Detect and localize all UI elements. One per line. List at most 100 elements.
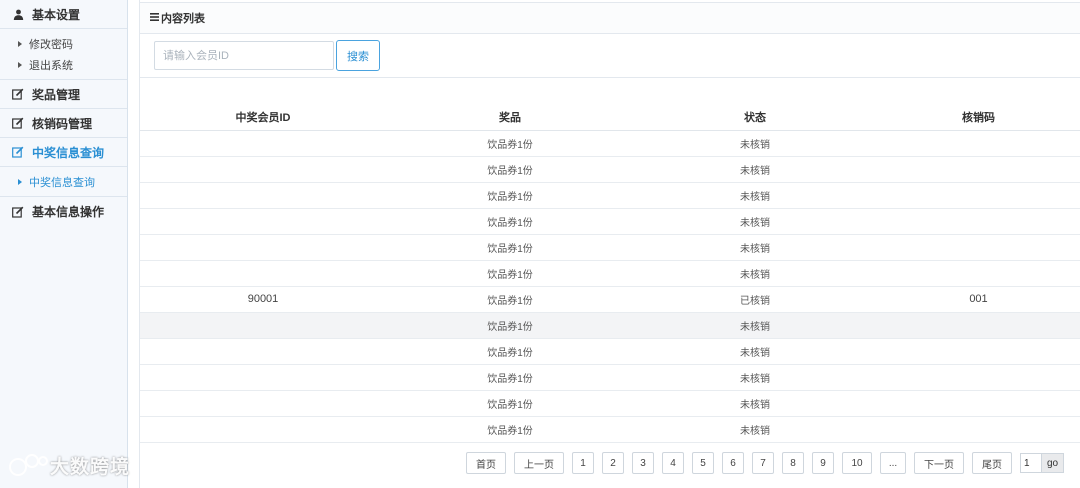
cell-member-id (140, 416, 386, 443)
edit-icon (12, 206, 24, 218)
table-row[interactable]: 饮品券1份 未核销 (140, 208, 1080, 235)
cell-member-id (140, 156, 386, 183)
table-header-row: 中奖会员ID 奖品 状态 核销码 (140, 104, 1080, 131)
edit-icon (12, 117, 24, 129)
cell-code (876, 364, 1080, 391)
cell-code (876, 234, 1080, 261)
cell-status: 未核销 (634, 156, 876, 183)
table-row[interactable]: 饮品券1份 未核销 (140, 156, 1080, 183)
cell-status: 未核销 (634, 234, 876, 261)
table-row[interactable]: 饮品券1份 未核销 (140, 130, 1080, 157)
cell-prize: 饮品券1份 (386, 364, 634, 391)
table-row[interactable]: 饮品券1份 未核销 (140, 416, 1080, 443)
submenu-basic-settings: 修改密码 退出系统 (0, 29, 127, 80)
cell-prize: 饮品券1份 (386, 260, 634, 287)
cell-status: 未核销 (634, 182, 876, 209)
cell-prize: 饮品券1份 (386, 286, 634, 313)
cell-member-id (140, 312, 386, 339)
cell-code (876, 312, 1080, 339)
page-10-button[interactable]: 10 (842, 452, 872, 474)
cell-code (876, 260, 1080, 287)
page-6-button[interactable]: 6 (722, 452, 744, 474)
table-row[interactable]: 90001 饮品券1份 已核销 001 (140, 286, 1080, 313)
ellipsis-button[interactable]: ... (880, 452, 906, 474)
menu-basic-settings[interactable]: 基本设置 (0, 0, 127, 29)
column-header-prize[interactable]: 奖品 (386, 104, 634, 131)
sub-item-label: 中奖信息查询 (29, 176, 95, 189)
cell-status: 未核销 (634, 364, 876, 391)
watermark: 大数跨境 (8, 452, 130, 479)
menu-winner-query-label: 中奖信息查询 (32, 145, 105, 160)
winner-table: 中奖会员ID 奖品 状态 核销码 饮品券1份 未核销 饮品券1份 未核销 饮品券1份… (140, 104, 1080, 443)
cell-code (876, 208, 1080, 235)
page-7-button[interactable]: 7 (752, 452, 774, 474)
caret-right-icon (18, 178, 22, 185)
member-id-search-input[interactable] (154, 41, 334, 70)
menu-basic-settings-label: 基本设置 (32, 7, 81, 22)
cell-prize: 饮品券1份 (386, 234, 634, 261)
watermark-text: 大数跨境 (50, 457, 131, 478)
table-row[interactable]: 饮品券1份 未核销 (140, 260, 1080, 287)
next-page-button[interactable]: 下一页 (914, 452, 964, 474)
table-row[interactable]: 饮品券1份 未核销 (140, 234, 1080, 261)
sub-item-logout[interactable]: 退出系统 (0, 54, 127, 75)
first-page-button[interactable]: 首页 (466, 452, 506, 474)
search-bar: 搜索 (140, 34, 1080, 78)
cell-prize: 饮品券1份 (386, 312, 634, 339)
menu-code-management[interactable]: 核销码管理 (0, 109, 127, 138)
cell-code (876, 156, 1080, 183)
page-9-button[interactable]: 9 (812, 452, 834, 474)
cell-prize: 饮品券1份 (386, 208, 634, 235)
table-row[interactable]: 饮品券1份 未核销 (140, 312, 1080, 339)
page-3-button[interactable]: 3 (632, 452, 654, 474)
cell-status: 未核销 (634, 416, 876, 443)
cell-member-id (140, 260, 386, 287)
cell-code (876, 390, 1080, 417)
cell-status: 未核销 (634, 338, 876, 365)
caret-right-icon (18, 61, 22, 68)
cell-status: 未核销 (634, 208, 876, 235)
panel-title: 内容列表 (161, 13, 205, 25)
page-8-button[interactable]: 8 (782, 452, 804, 474)
page-4-button[interactable]: 4 (662, 452, 684, 474)
cell-member-id (140, 182, 386, 209)
cell-status: 未核销 (634, 312, 876, 339)
column-header-status[interactable]: 状态 (634, 104, 876, 131)
last-page-button[interactable]: 尾页 (972, 452, 1012, 474)
watermark-logo-icon (9, 453, 48, 476)
cell-status: 未核销 (634, 260, 876, 287)
prev-page-button[interactable]: 上一页 (514, 452, 564, 474)
page-1-button[interactable]: 1 (572, 452, 594, 474)
sub-item-winner-query[interactable]: 中奖信息查询 (0, 171, 127, 192)
cell-member-id (140, 234, 386, 261)
cell-prize: 饮品券1份 (386, 390, 634, 417)
cell-code (876, 338, 1080, 365)
cell-member-id: 90001 (140, 286, 386, 313)
cell-code (876, 182, 1080, 209)
table-row[interactable]: 饮品券1份 未核销 (140, 182, 1080, 209)
menu-prize-management[interactable]: 奖品管理 (0, 80, 127, 109)
cell-status: 未核销 (634, 130, 876, 157)
caret-right-icon (18, 40, 22, 47)
column-header-member-id[interactable]: 中奖会员ID (140, 104, 386, 131)
cell-code: 001 (876, 286, 1080, 313)
table-row[interactable]: 饮品券1份 未核销 (140, 338, 1080, 365)
menu-basic-info-ops[interactable]: 基本信息操作 (0, 197, 127, 226)
sidebar: 基本设置 修改密码 退出系统 奖品管理 核销码管理 中奖信息查询 中奖信息查询 (0, 0, 128, 488)
search-button[interactable]: 搜索 (336, 40, 380, 71)
page-5-button[interactable]: 5 (692, 452, 714, 474)
table-row[interactable]: 饮品券1份 未核销 (140, 364, 1080, 391)
go-button[interactable]: go (1042, 453, 1064, 473)
cell-status: 已核销 (634, 286, 876, 313)
sub-item-change-password[interactable]: 修改密码 (0, 33, 127, 54)
submenu-winner-query: 中奖信息查询 (0, 167, 127, 197)
page-number-input[interactable] (1020, 453, 1042, 473)
cell-prize: 饮品券1份 (386, 156, 634, 183)
table-row[interactable]: 饮品券1份 未核销 (140, 390, 1080, 417)
column-header-code[interactable]: 核销码 (876, 104, 1080, 131)
page-2-button[interactable]: 2 (602, 452, 624, 474)
cell-member-id (140, 338, 386, 365)
panel-header: 内容列表 (140, 2, 1080, 34)
menu-winner-query[interactable]: 中奖信息查询 (0, 138, 127, 167)
menu-code-management-label: 核销码管理 (32, 116, 93, 131)
